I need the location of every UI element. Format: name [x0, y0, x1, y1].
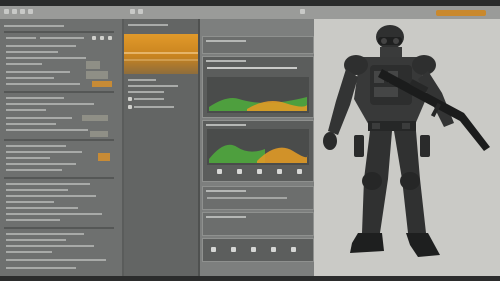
list-item[interactable] [128, 91, 164, 93]
asset-thumbnail[interactable] [98, 153, 110, 161]
layer-card[interactable] [202, 36, 314, 54]
panel-header [128, 24, 168, 26]
gear-icon[interactable] [291, 247, 296, 252]
eraser-icon[interactable] [251, 247, 256, 252]
list-item[interactable] [40, 37, 84, 39]
layer-card[interactable] [202, 212, 314, 236]
histogram-title [206, 60, 246, 62]
list-item[interactable] [6, 163, 76, 165]
list-item[interactable] [6, 51, 58, 53]
crop-icon[interactable] [231, 247, 236, 252]
layer-card-title [206, 216, 246, 218]
panel-divider [4, 139, 114, 141]
toggle-icon[interactable] [92, 36, 96, 40]
panel-divider [4, 91, 114, 93]
list-item[interactable] [6, 151, 82, 153]
panel-header [4, 25, 64, 27]
layer-card[interactable] [202, 186, 314, 210]
list-item[interactable] [6, 77, 54, 79]
camera-icon[interactable] [237, 169, 242, 174]
curves-card[interactable] [202, 120, 314, 182]
play-icon[interactable] [297, 169, 302, 174]
list-item[interactable] [6, 251, 52, 253]
folder-icon[interactable] [128, 105, 132, 109]
list-item[interactable] [6, 123, 56, 125]
list-item[interactable] [128, 85, 178, 87]
soldier-figure [323, 25, 490, 257]
preview-highlight [124, 59, 198, 61]
play-icon[interactable] [138, 9, 143, 14]
list-item[interactable] [128, 79, 156, 81]
list-item[interactable] [6, 97, 64, 99]
curves-graph [207, 129, 309, 165]
histogram-card[interactable] [202, 56, 314, 118]
list-item[interactable] [6, 117, 72, 119]
file-icon[interactable] [12, 9, 17, 14]
list-item[interactable] [134, 98, 164, 100]
asset-thumbnail[interactable] [86, 61, 100, 69]
layer-card-caption [207, 197, 287, 199]
search-icon[interactable] [28, 9, 33, 14]
brush-icon[interactable] [211, 247, 216, 252]
panel-divider [4, 227, 114, 229]
list-item[interactable] [6, 169, 62, 171]
preview-highlight [124, 52, 198, 54]
list-item[interactable] [6, 245, 94, 247]
edit-icon[interactable] [20, 9, 25, 14]
histogram-caption [207, 67, 297, 69]
search-icon[interactable] [271, 247, 276, 252]
list-item[interactable] [6, 189, 68, 191]
list-item[interactable] [6, 83, 80, 85]
layer-card-title [206, 40, 246, 42]
list-item[interactable] [6, 129, 88, 131]
grid-icon[interactable] [300, 9, 305, 14]
folder-icon[interactable] [128, 97, 132, 101]
list-item[interactable] [6, 37, 36, 39]
left-properties-panel [0, 19, 122, 276]
panel-divider [4, 177, 114, 179]
layer-card-title [206, 190, 246, 192]
list-item[interactable] [6, 63, 42, 65]
image-preview-thumbnail[interactable] [124, 34, 198, 74]
panel-divider [4, 31, 114, 33]
list-item[interactable] [6, 157, 50, 159]
list-item[interactable] [6, 57, 86, 59]
list-item[interactable] [6, 207, 78, 209]
curves-title [206, 124, 246, 126]
tool-strip [202, 238, 314, 262]
list-item[interactable] [6, 45, 76, 47]
3d-viewport[interactable] [314, 19, 500, 276]
grid-icon[interactable] [257, 169, 262, 174]
list-item[interactable] [6, 183, 90, 185]
asset-thumbnail[interactable] [92, 81, 112, 87]
list-item[interactable] [6, 213, 102, 215]
asset-thumbnail[interactable] [90, 131, 108, 137]
asset-thumbnail[interactable] [86, 71, 108, 79]
list-item[interactable] [134, 106, 174, 108]
list-item[interactable] [6, 103, 94, 105]
list-item[interactable] [6, 71, 70, 73]
window-bottom-strip [0, 276, 500, 281]
list-item[interactable] [6, 109, 46, 111]
main-toolbar [0, 6, 500, 19]
list-item[interactable] [6, 145, 66, 147]
toggle-icon[interactable] [108, 36, 112, 40]
gear-icon[interactable] [277, 169, 282, 174]
toggle-icon[interactable] [100, 36, 104, 40]
image-icon[interactable] [217, 169, 222, 174]
list-item[interactable] [6, 239, 66, 241]
list-item[interactable] [6, 201, 54, 203]
list-item[interactable] [6, 195, 96, 197]
list-item[interactable] [6, 233, 84, 235]
asset-thumbnail[interactable] [82, 115, 108, 121]
histogram-graph [207, 77, 309, 113]
gear-icon[interactable] [130, 9, 135, 14]
list-item[interactable] [6, 267, 76, 269]
list-item[interactable] [6, 259, 106, 261]
menu-icon[interactable] [4, 9, 9, 14]
list-item[interactable] [6, 219, 60, 221]
accent-progress-bar [436, 10, 486, 16]
